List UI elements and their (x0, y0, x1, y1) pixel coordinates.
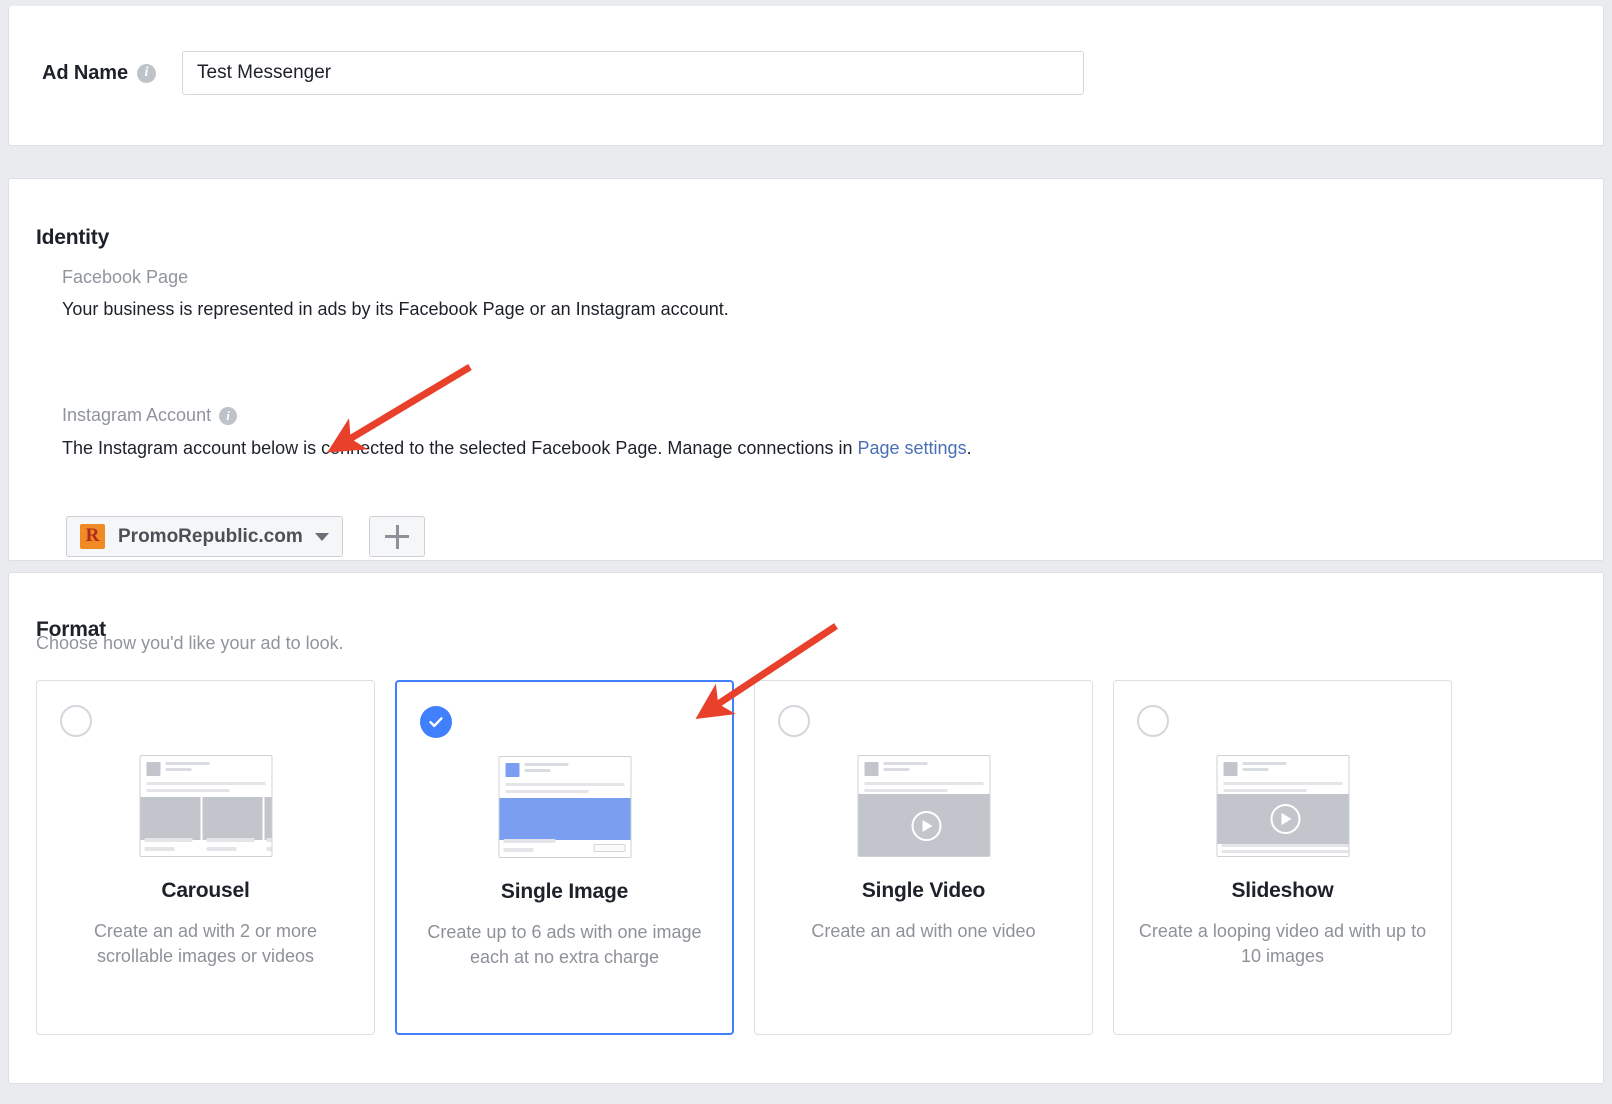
instagram-description-text-before: The Instagram account below is connected… (62, 438, 858, 458)
instagram-description-text-after: . (966, 438, 972, 458)
instagram-account-label-row: Instagram Account i (62, 405, 238, 426)
format-option-title: Single Video (861, 879, 986, 902)
thumb-avatar (1223, 762, 1237, 776)
thumb-header-lines (1242, 762, 1286, 776)
radio-unchecked-icon[interactable] (1137, 705, 1169, 737)
thumb-avatar (146, 762, 160, 776)
page-settings-link[interactable]: Page settings (858, 438, 967, 458)
facebook-page-avatar-icon: R (80, 524, 105, 549)
format-option-carousel[interactable]: Carousel Create an ad with 2 or more scr… (36, 680, 375, 1035)
identity-panel: Identity Facebook Page Your business is … (8, 178, 1604, 696)
thumb-caption-line (1221, 844, 1348, 847)
format-subtitle: Choose how you'd like your ad to look. (36, 633, 344, 653)
thumb-header (1223, 762, 1286, 776)
instagram-account-description: The Instagram account below is connected… (62, 438, 972, 459)
thumb-caption-line (144, 838, 192, 842)
thumb-caption-line (503, 839, 555, 843)
thumb-caption-line (144, 847, 174, 851)
thumb-text-line (864, 782, 983, 785)
thumb-header (505, 763, 568, 777)
plus-icon-vertical (395, 524, 399, 549)
thumb-text-line (146, 789, 229, 792)
play-icon (911, 810, 941, 841)
format-option-description: Create an ad with 2 or more scrollable i… (93, 921, 318, 966)
thumb-caption-line (503, 848, 533, 852)
slideshow-thumbnail (1216, 755, 1349, 857)
format-options-list: Carousel Create an ad with 2 or more scr… (36, 680, 1452, 1035)
chevron-down-icon (314, 532, 329, 541)
carousel-thumbnail (139, 755, 272, 857)
info-icon[interactable]: i (137, 63, 156, 83)
format-option-title: Single Image (500, 880, 629, 903)
thumb-video-area (858, 794, 989, 856)
single-video-thumbnail (857, 755, 990, 857)
thumb-header (864, 762, 927, 776)
instagram-account-label: Instagram Account (62, 405, 212, 425)
thumb-caption-line (206, 838, 254, 842)
single-image-thumbnail (498, 756, 631, 858)
thumb-avatar (505, 763, 519, 777)
thumb-header-lines (883, 762, 927, 776)
thumb-caption-line (1221, 850, 1348, 853)
facebook-page-select[interactable]: R PromoRepublic.com (66, 516, 343, 557)
format-option-single-image[interactable]: Single Image Create up to 6 ads with one… (395, 680, 734, 1035)
radio-unchecked-icon[interactable] (60, 705, 92, 737)
thumb-image-area (499, 798, 630, 840)
thumb-text-line (505, 783, 624, 786)
ad-name-label: Ad Name (42, 61, 128, 84)
thumb-caption-line (266, 838, 271, 842)
format-option-description: Create a looping video ad with up to 10 … (1138, 921, 1427, 966)
thumb-video-area (1217, 794, 1348, 844)
thumb-header (146, 762, 209, 776)
avatar-glyph: R (85, 525, 100, 546)
ads-manager-ad-creation-page: Ad Name i Identity Facebook Page Your bu… (0, 0, 1612, 1104)
thumb-text-line (505, 790, 588, 793)
format-option-description: Create an ad with one video (811, 921, 1036, 941)
add-facebook-page-button[interactable] (369, 516, 425, 557)
thumb-caption-line (206, 847, 236, 851)
facebook-page-description: Your business is represented in ads by i… (62, 299, 729, 319)
thumb-card-3 (264, 797, 271, 840)
thumb-caption-line (266, 847, 271, 851)
thumb-header-lines (524, 763, 568, 777)
facebook-page-selected-label: PromoRepublic.com (118, 525, 303, 547)
play-icon (1270, 804, 1300, 834)
format-option-title: Slideshow (1231, 879, 1334, 902)
ad-name-input[interactable] (182, 51, 1084, 95)
format-panel: Format Choose how you'd like your ad to … (8, 572, 1604, 1084)
thumb-card-2 (202, 797, 262, 840)
thumb-cta-button (593, 844, 625, 852)
thumb-text-line (146, 782, 265, 785)
identity-section-title: Identity (36, 226, 110, 250)
thumb-card-1 (140, 797, 200, 840)
format-option-slideshow[interactable]: Slideshow Create a looping video ad with… (1113, 680, 1452, 1035)
thumb-text-line (1223, 782, 1342, 785)
format-option-description: Create up to 6 ads with one image each a… (427, 922, 702, 967)
format-option-single-video[interactable]: Single Video Create an ad with one video (754, 680, 1093, 1035)
info-icon[interactable]: i (219, 406, 238, 425)
radio-checked-icon[interactable] (420, 706, 452, 738)
ad-name-row: Ad Name i (42, 51, 1084, 95)
facebook-page-label: Facebook Page (62, 267, 189, 287)
thumb-text-line (864, 789, 947, 792)
format-option-title: Carousel (161, 879, 250, 902)
thumb-text-line (1223, 789, 1306, 792)
ad-name-panel: Ad Name i (8, 6, 1604, 146)
thumb-header-lines (165, 762, 209, 776)
radio-unchecked-icon[interactable] (778, 705, 810, 737)
thumb-avatar (864, 762, 878, 776)
